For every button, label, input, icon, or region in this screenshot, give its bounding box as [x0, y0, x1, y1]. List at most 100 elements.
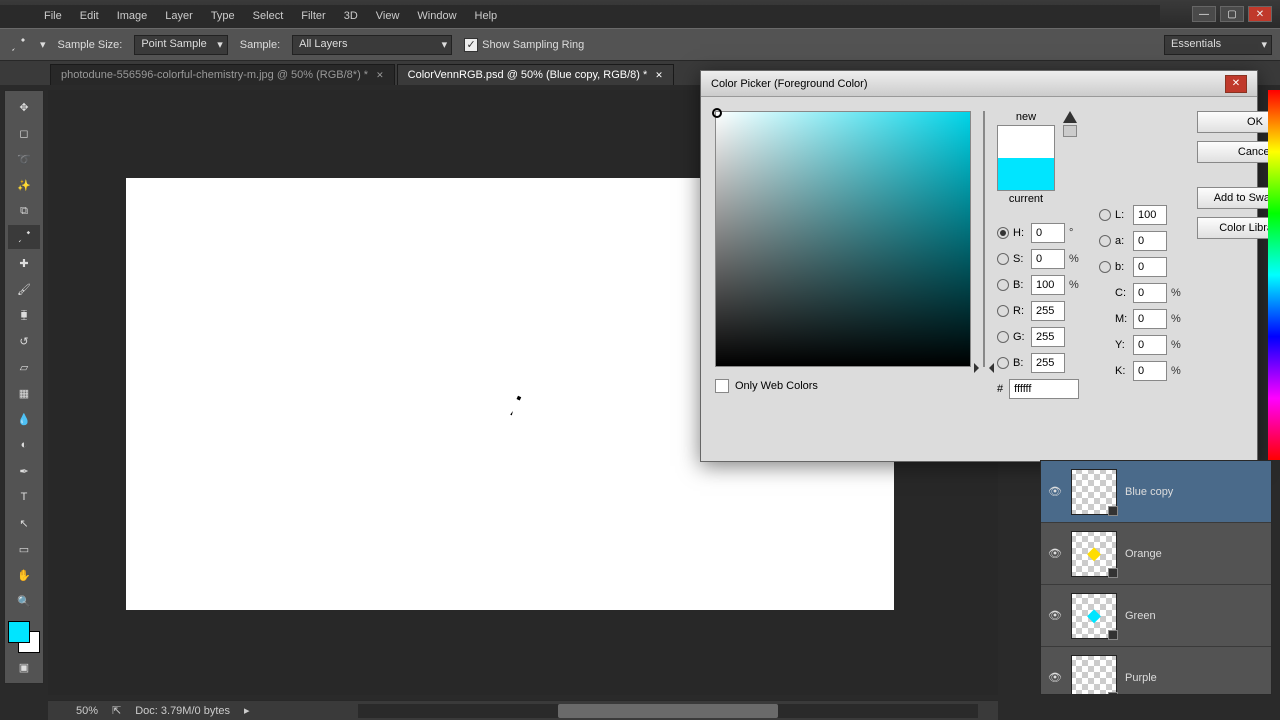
- color-picker-dialog: Color Picker (Foreground Color) ✕ Only W…: [700, 70, 1258, 462]
- checkbox-icon: ✓: [464, 38, 478, 52]
- radio-a[interactable]: [1099, 235, 1111, 247]
- color-swatches[interactable]: [8, 621, 40, 653]
- quickmask-tool[interactable]: ▣: [8, 655, 40, 679]
- workspace-select[interactable]: Essentials ▾: [1164, 35, 1272, 55]
- close-button[interactable]: ✕: [1248, 6, 1272, 22]
- bl-input[interactable]: [1031, 353, 1065, 373]
- sample-select[interactable]: All Layers ▾: [292, 35, 452, 55]
- shape-tool[interactable]: ▭: [8, 537, 40, 561]
- hand-tool[interactable]: ✋: [8, 563, 40, 587]
- sample-size-select[interactable]: Point Sample ▾: [134, 35, 227, 55]
- visibility-icon[interactable]: 👁: [1047, 546, 1063, 562]
- brush-tool[interactable]: 🖌: [8, 277, 40, 301]
- radio-b[interactable]: [997, 279, 1009, 291]
- menu-layer[interactable]: Layer: [165, 10, 193, 22]
- eyedropper-tool[interactable]: [8, 225, 40, 249]
- dialog-close-button[interactable]: ✕: [1225, 75, 1247, 93]
- radio-r[interactable]: [997, 305, 1009, 317]
- visibility-icon[interactable]: 👁: [1047, 670, 1063, 686]
- menu-edit[interactable]: Edit: [80, 10, 99, 22]
- c-input[interactable]: [1133, 283, 1167, 303]
- visibility-icon[interactable]: 👁: [1047, 608, 1063, 624]
- menu-filter[interactable]: Filter: [301, 10, 325, 22]
- color-preview: [997, 125, 1055, 191]
- close-icon[interactable]: ✕: [376, 70, 384, 81]
- path-tool[interactable]: ↖: [8, 511, 40, 535]
- a-input[interactable]: [1133, 231, 1167, 251]
- menu-image[interactable]: Image: [117, 10, 148, 22]
- marquee-tool[interactable]: ◻: [8, 121, 40, 145]
- g-input[interactable]: [1031, 327, 1065, 347]
- zoom-tool[interactable]: 🔍: [8, 589, 40, 613]
- blur-tool[interactable]: 💧: [8, 407, 40, 431]
- tab-photodune[interactable]: photodune-556596-colorful-chemistry-m.jp…: [50, 64, 395, 85]
- menu-file[interactable]: File: [44, 10, 62, 22]
- show-sampling-ring[interactable]: ✓ Show Sampling Ring: [464, 38, 584, 52]
- pen-tool[interactable]: ✒: [8, 459, 40, 483]
- hex-label: #: [997, 383, 1003, 395]
- web-safe-icon[interactable]: [1063, 125, 1077, 137]
- close-icon[interactable]: ✕: [655, 70, 663, 81]
- menu-view[interactable]: View: [376, 10, 400, 22]
- eyedropper-tool-icon[interactable]: [8, 35, 28, 55]
- wand-tool[interactable]: ✨: [8, 173, 40, 197]
- saturation-box[interactable]: [715, 111, 971, 367]
- zoom-level[interactable]: 50%: [58, 705, 98, 717]
- horizontal-scrollbar[interactable]: [358, 704, 978, 718]
- lasso-tool[interactable]: ➰: [8, 147, 40, 171]
- m-input[interactable]: [1133, 309, 1167, 329]
- stamp-tool[interactable]: ⧯: [8, 303, 40, 327]
- scrollbar-thumb[interactable]: [558, 704, 778, 718]
- radio-g[interactable]: [997, 331, 1009, 343]
- move-tool[interactable]: ✥: [8, 95, 40, 119]
- layer-blue-copy[interactable]: 👁 Blue copy: [1041, 461, 1271, 523]
- radio-bl[interactable]: [997, 357, 1009, 369]
- new-color-swatch: [998, 126, 1054, 158]
- gamut-warning-icon[interactable]: [1063, 111, 1077, 123]
- history-brush-tool[interactable]: ↺: [8, 329, 40, 353]
- lb-input[interactable]: [1133, 257, 1167, 277]
- l-input[interactable]: [1133, 205, 1167, 225]
- maximize-button[interactable]: ▢: [1220, 6, 1244, 22]
- current-label: current: [1009, 193, 1043, 205]
- layer-green[interactable]: 👁 ◆ Green: [1041, 585, 1271, 647]
- menu-3d[interactable]: 3D: [344, 10, 358, 22]
- crop-tool[interactable]: ⧉: [8, 199, 40, 223]
- foreground-color[interactable]: [8, 621, 30, 643]
- layer-purple[interactable]: 👁 Purple: [1041, 647, 1271, 695]
- h-input[interactable]: [1031, 223, 1065, 243]
- menu-help[interactable]: Help: [475, 10, 498, 22]
- healing-tool[interactable]: ✚: [8, 251, 40, 275]
- minimize-button[interactable]: —: [1192, 6, 1216, 22]
- layer-thumbnail[interactable]: ◆: [1071, 531, 1117, 577]
- r-input[interactable]: [1031, 301, 1065, 321]
- hex-input[interactable]: [1009, 379, 1079, 399]
- dialog-titlebar[interactable]: Color Picker (Foreground Color) ✕: [701, 71, 1257, 97]
- radio-l[interactable]: [1099, 209, 1111, 221]
- radio-lb[interactable]: [1099, 261, 1111, 273]
- radio-s[interactable]: [997, 253, 1009, 265]
- tab-colorvenn[interactable]: ColorVennRGB.psd @ 50% (Blue copy, RGB/8…: [397, 64, 674, 85]
- layer-thumbnail[interactable]: ◆: [1071, 593, 1117, 639]
- menu-select[interactable]: Select: [253, 10, 284, 22]
- only-web-colors[interactable]: Only Web Colors: [715, 379, 971, 393]
- visibility-icon[interactable]: 👁: [1047, 484, 1063, 500]
- layer-orange[interactable]: 👁 ◆ Orange: [1041, 523, 1271, 585]
- y-input[interactable]: [1133, 335, 1167, 355]
- dodge-tool[interactable]: ◐: [8, 433, 40, 457]
- br-input[interactable]: [1031, 275, 1065, 295]
- s-input[interactable]: [1031, 249, 1065, 269]
- k-input[interactable]: [1133, 361, 1167, 381]
- chevron-right-icon[interactable]: ▸: [244, 704, 250, 717]
- menu-window[interactable]: Window: [417, 10, 456, 22]
- expand-icon[interactable]: ⇱: [112, 704, 121, 717]
- layer-thumbnail[interactable]: [1071, 655, 1117, 696]
- eraser-tool[interactable]: ▱: [8, 355, 40, 379]
- layer-thumbnail[interactable]: [1071, 469, 1117, 515]
- radio-h[interactable]: [997, 227, 1009, 239]
- type-tool[interactable]: T: [8, 485, 40, 509]
- side-hue-bar[interactable]: [1268, 90, 1280, 460]
- hue-slider[interactable]: [983, 111, 985, 367]
- gradient-tool[interactable]: ▦: [8, 381, 40, 405]
- menu-type[interactable]: Type: [211, 10, 235, 22]
